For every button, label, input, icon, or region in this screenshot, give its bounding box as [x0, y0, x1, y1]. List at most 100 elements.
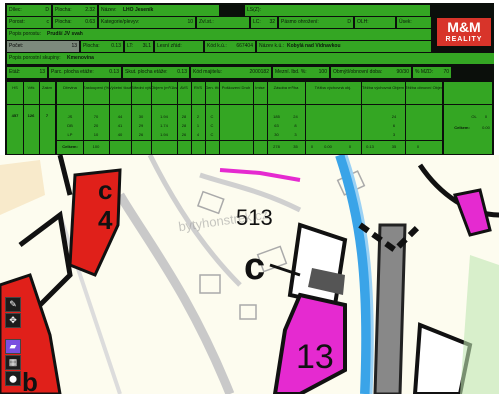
skut-plocha-label: Skut. plocha etáže:: [125, 69, 168, 75]
lt-field: LT: 3L1: [125, 41, 153, 52]
pocet-value: 13: [71, 43, 77, 49]
parcel-right: [452, 188, 492, 237]
total-pct: 100: [92, 144, 100, 149]
obmyti-label: Obmýtí/obnovní doba:: [333, 69, 383, 75]
map-label-4: 4: [98, 205, 113, 235]
header-row-1: Dílec: D Plocha: 2.32 Název: LHO Jeseník LS…: [5, 5, 494, 16]
mzd-value: 70: [443, 69, 449, 75]
kategorie-field: Kategorie/plevyv: 10: [99, 17, 195, 28]
row-lp-zasoba-total: 3: [294, 132, 297, 137]
zakonne-total-label: Celkem:: [454, 125, 470, 130]
col-probirky: Těžba obnovní Objem: [405, 85, 442, 90]
kategorie-label: Kategorie/plevyv:: [101, 19, 140, 25]
lesni-zrad-field: Lesní zřád:: [155, 41, 203, 52]
total-c: 0: [348, 144, 352, 149]
col-avs: AVS: [180, 85, 188, 90]
row-db-zasoba-total: 8: [294, 123, 297, 128]
row-lp-tezba-obnovni: 3: [392, 132, 396, 137]
etaz-label: Etáž:: [9, 69, 21, 75]
logo-sub: REALITY: [445, 36, 483, 43]
railway-band: [373, 223, 407, 394]
total-label: Celkem:: [62, 144, 78, 149]
obmyti-field: Obmýtí/obnovní doba: 90/30: [331, 67, 411, 78]
layers-button[interactable]: ▰: [5, 339, 21, 354]
col-vycetni: Výčetní tloušťka (cm): [109, 85, 131, 90]
etaz-hs-value: 457: [11, 113, 19, 118]
pocet-label: Počet:: [9, 43, 24, 49]
header-row-3: Popis porostu: Prudší JV svah: [5, 29, 494, 40]
skut-plocha-field: Skut. plocha etáže: 0.13: [123, 67, 189, 78]
map-label-b: b: [22, 367, 38, 394]
row-db-rvs: 1: [196, 123, 200, 128]
parc-plocha-field: Parc. plocha etáže: 0.13: [49, 67, 121, 78]
col-poskozeni: Poškození Druh: [221, 85, 251, 90]
mezni-label: Mezní. lbd. %:: [275, 69, 307, 75]
plocha2-field: Plocha: 0.63: [53, 17, 97, 28]
parc-plocha-value: 0.13: [109, 69, 119, 75]
logo-text: M&M: [447, 19, 481, 35]
popis-porostu-label: Popis porostu:: [9, 31, 41, 37]
dilec-label: Dílec:: [9, 7, 22, 13]
usek-label: Úsek:: [399, 19, 412, 25]
location-button[interactable]: ⬤: [5, 371, 21, 386]
col-zastoupeni: Zastoupení (%): [83, 85, 109, 90]
etaz-vek-value: 126: [27, 113, 35, 118]
row-db-species: DB: [67, 123, 73, 128]
nazev-label: Název:: [101, 7, 117, 13]
popis-skupiny-value: Kmenovina: [67, 55, 94, 61]
row-lp-gen: C: [210, 132, 214, 137]
green-strip: [460, 255, 499, 394]
dilec-value: D: [45, 7, 49, 13]
row-js-d: 44: [117, 114, 123, 119]
location-pin-icon: ⬤: [9, 376, 17, 383]
parcel-pale: [0, 160, 45, 215]
col-imise: Imise: [255, 85, 265, 90]
kod-majitelu-field: Kód majitelu: 2000182: [191, 67, 271, 78]
layers-icon: ▰: [9, 341, 17, 351]
kod-majitelu-value: 2000182: [249, 69, 269, 75]
obmyti-value: 90/30: [396, 69, 409, 75]
lt-label: LT:: [127, 43, 134, 49]
row-lp-zasoba-ha: 30: [274, 132, 279, 137]
kod-ku-field: Kód k.ú.: 667404: [205, 41, 255, 52]
pasmo-value: D: [347, 19, 351, 25]
row-js-species: JS: [67, 114, 73, 119]
map-canvas[interactable]: c 4 513 c 13 b bytyhonstrek.cz ✎ ✥ ▰ ▦ ⬤: [0, 155, 499, 394]
col-rvs: RVS: [193, 85, 203, 90]
table-button[interactable]: ▦: [5, 355, 21, 370]
total-e: 35: [391, 144, 397, 149]
col-objem: Objem (m³/1ks): [151, 85, 177, 90]
lc-value: 32: [269, 19, 275, 25]
etaz-field: Etáž: 13: [7, 67, 47, 78]
row-lp-vol: 1.94: [160, 132, 168, 137]
nazev-ku-field: Název k.ú.: Kobylá nad Vidnavkou: [257, 41, 431, 52]
dilec-field: Dílec: D: [7, 5, 51, 16]
total-f: 0: [416, 144, 420, 149]
move-tool-button[interactable]: ✥: [5, 313, 21, 328]
col-tezba-obnovni: Těžba výchovná Objem: [361, 85, 405, 90]
pocet-field: Počet: 13: [7, 41, 79, 52]
parc-plocha-label: Parc. plocha etáže:: [51, 69, 94, 75]
porost-field: Porost: c: [7, 17, 51, 28]
row-lp-species: LP: [67, 132, 73, 137]
row-js-zasoba-total: 24: [293, 114, 298, 119]
plocha2-value: 0.63: [85, 19, 95, 25]
building-3: [199, 274, 221, 294]
row-db-d: 41: [117, 123, 123, 128]
header-row-2: Porost: c Plocha: 0.63 Kategorie/plevyv: 10…: [5, 17, 494, 28]
skut-plocha-value: 0.13: [177, 69, 187, 75]
plocha3-field: Plocha: 0.13: [81, 41, 123, 52]
row-js-zasoba-ha: 185: [273, 114, 280, 119]
zakonne-total-value: 0.00: [482, 125, 490, 130]
pencil-icon: ✎: [9, 299, 17, 309]
pencil-tool-button[interactable]: ✎: [5, 297, 21, 312]
porost-label: Porost:: [9, 19, 25, 25]
usek-field: Úsek:: [397, 17, 431, 28]
zakonne-table: OL 0 Celkem: 0.00: [444, 82, 492, 154]
map-label-c-big: c: [244, 246, 266, 288]
row-js-vol: 1.94: [160, 114, 168, 119]
kod-ku-value: 667404: [236, 43, 253, 49]
total-a: 0: [310, 144, 314, 149]
species-table: Dřevina Zastoupení (%) Výčetní tloušťka …: [57, 82, 442, 154]
row-db-pct: 20: [93, 123, 99, 128]
